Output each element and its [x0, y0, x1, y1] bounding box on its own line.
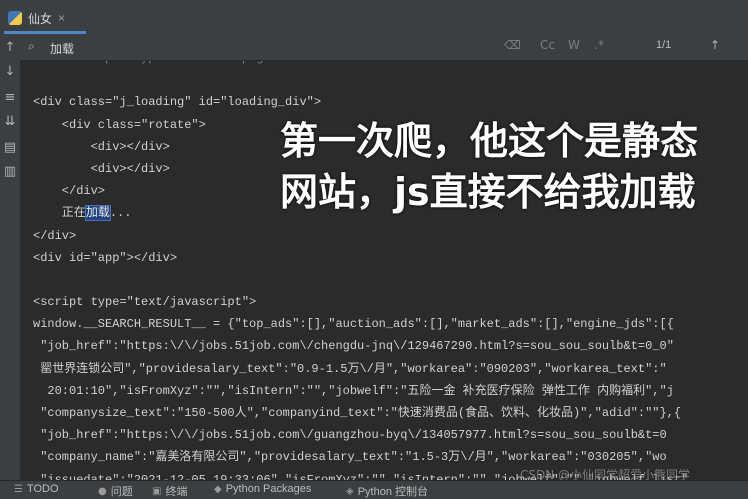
scroll-to-end-icon[interactable]: ⇊ [2, 114, 18, 130]
search-match-highlight: 加载 [84, 205, 111, 222]
arrow-up-icon[interactable]: ↑ [2, 40, 18, 56]
terminal-icon: ▣ [152, 485, 162, 497]
python-packages-label: Python Packages [225, 483, 312, 495]
code-line: 罂世界连锁公司","providesalary_text":"0.9-1.5万\… [33, 361, 667, 376]
terminal-label: 终端 [165, 486, 188, 498]
python-icon: ◈ [346, 485, 354, 497]
code-line: 20:01:10","isFromXyz":"","isIntern":"","… [33, 383, 674, 398]
arrow-down-icon[interactable]: ↓ [2, 64, 18, 80]
code-line: "job_href":"https:\/\/jobs.51job.com\/ch… [33, 339, 674, 354]
match-case-icon[interactable]: Cc [540, 38, 555, 52]
print-icon[interactable]: ▤ [2, 140, 18, 156]
problems-label: 问题 [110, 486, 133, 498]
code-line: <div class="j_loading" id="loading_div"> [33, 95, 322, 110]
words-icon[interactable]: W [568, 38, 580, 52]
trash-icon[interactable]: ▥ [2, 164, 18, 180]
close-icon[interactable]: × [58, 11, 65, 25]
editor-tab[interactable]: 仙女 × [8, 6, 65, 30]
python-console-tab[interactable]: ◈ Python 控制台 [346, 483, 428, 499]
match-count: 1/1 [656, 39, 672, 51]
clear-search-icon[interactable]: ⌫ [504, 38, 521, 52]
regex-icon[interactable]: .* [594, 38, 604, 52]
todo-tab[interactable]: ☰ TODO [14, 483, 59, 495]
annotation-overlay: 第一次爬，他这个是静态网站，js直接不给我加载 [280, 119, 699, 214]
problems-tab[interactable]: ● 问题 [98, 483, 133, 499]
code-line: "job_href":"https:\/\/jobs.51job.com\/gu… [33, 428, 667, 443]
code-line: window.__SEARCH_RESULT__ = {"top_ads":[]… [33, 317, 674, 332]
packages-icon: ◆ [214, 483, 222, 495]
python-console-label: Python 控制台 [357, 486, 429, 498]
tab-title: 仙女 [28, 11, 53, 26]
code-line: <div id="app"></div> [33, 250, 178, 265]
code-line: var input type hidden id pageseed value … [33, 61, 688, 69]
terminal-tab[interactable]: ▣ 终端 [152, 483, 187, 499]
todo-label: TODO [26, 483, 59, 495]
wrap-icon[interactable]: ≡ [2, 90, 18, 106]
code-line: "companysize_text":"150-500人","companyin… [33, 406, 682, 420]
search-icon: ⌕ [28, 39, 35, 53]
list-icon: ☰ [14, 483, 23, 495]
info-icon: ● [98, 485, 107, 497]
code-line: </div> [33, 228, 77, 243]
code-line: <script type="text/javascript"> [33, 295, 257, 310]
python-packages-tab[interactable]: ◆ Python Packages [214, 483, 311, 495]
find-bar: ⌕ ⌫ Cc W .* 1/1 ↑ [20, 34, 748, 61]
python-file-icon [8, 11, 22, 25]
previous-occurrence-icon[interactable]: ↑ [710, 38, 720, 52]
search-input[interactable] [48, 37, 492, 59]
editor-tab-bar: 仙女 × [0, 0, 748, 35]
left-toolbar: ↑ ↓ ≡ ⇊ ▤ ▥ [0, 34, 21, 480]
bottom-tool-bar: ☰ TODO ● 问题 ▣ 终端 ◆ Python Packages ◈ Pyt… [0, 480, 748, 499]
